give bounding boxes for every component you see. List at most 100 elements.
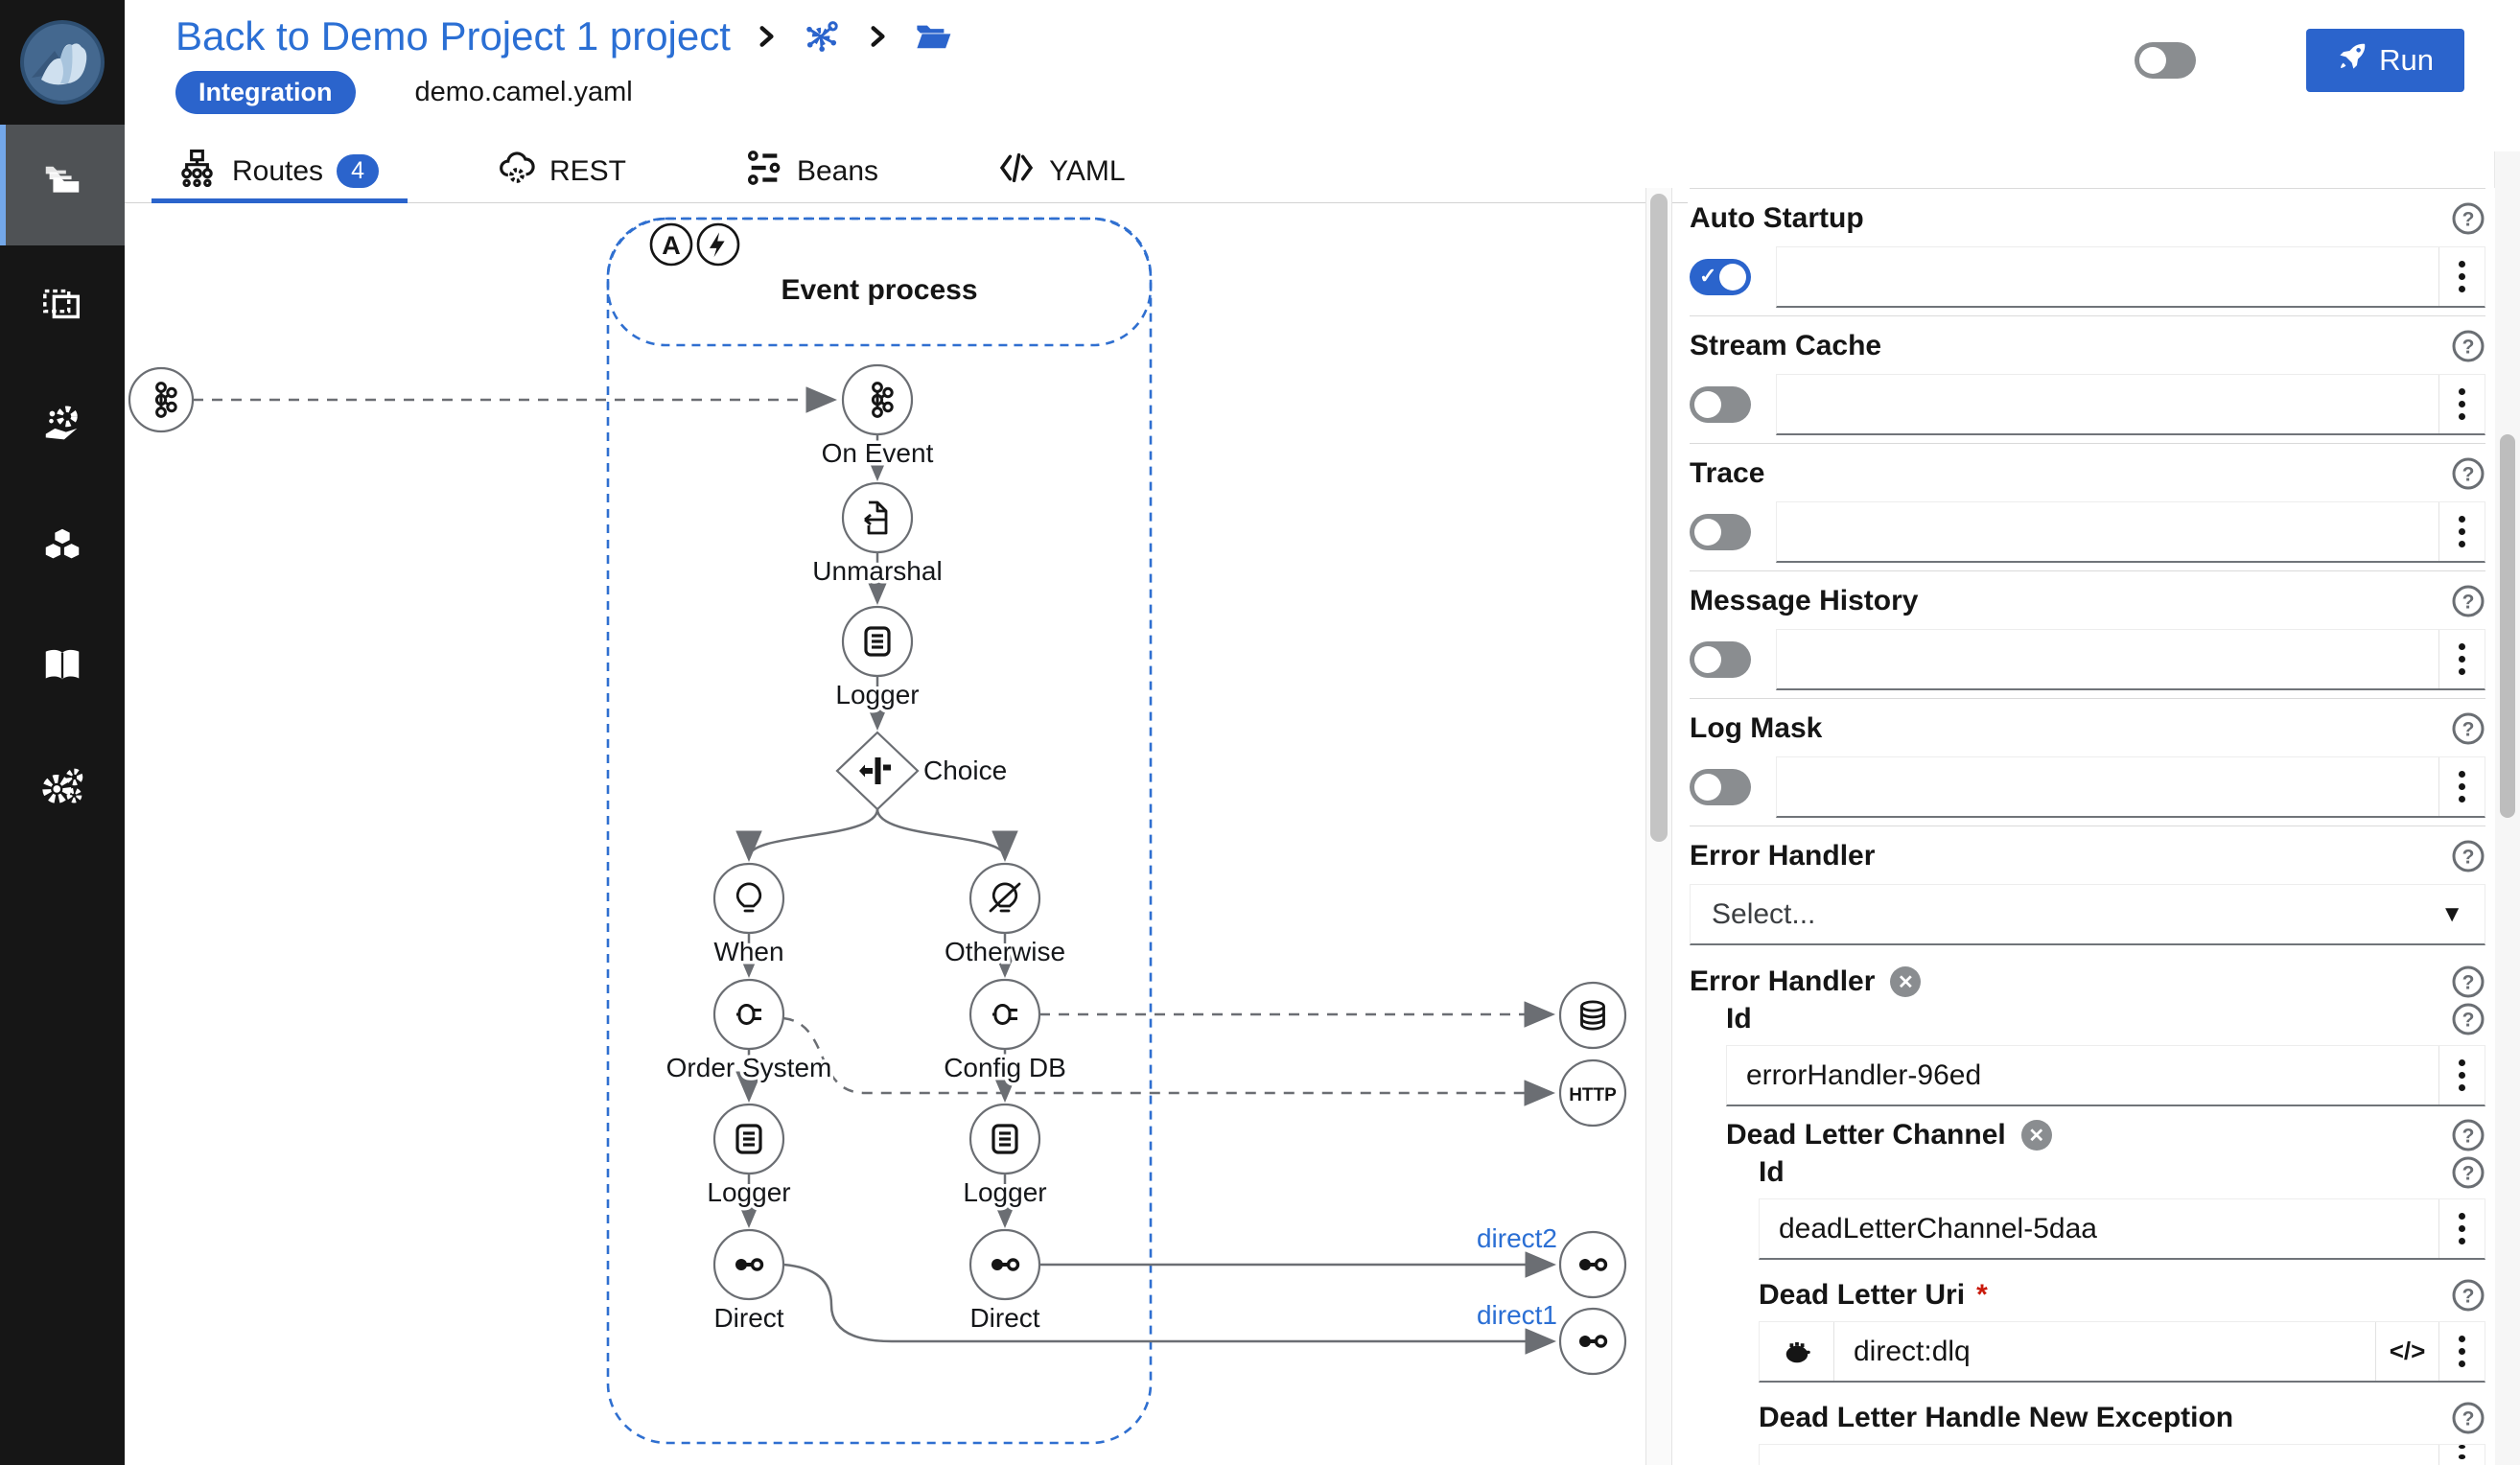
node-otherwise[interactable]: Otherwise (945, 864, 1065, 966)
kebab-menu-icon[interactable] (2438, 502, 2485, 561)
yaml-code-icon (997, 149, 1036, 195)
svg-text:Unmarshal: Unmarshal (812, 556, 942, 586)
sidebar-item-topology[interactable] (0, 245, 125, 366)
auto-startup-input[interactable] (1777, 247, 2438, 306)
dead-letter-uri-input[interactable] (1834, 1322, 2375, 1381)
dead-letter-id-input[interactable] (1760, 1199, 2438, 1258)
help-icon[interactable]: ? (2451, 1002, 2485, 1036)
node-logger-2[interactable]: Logger (707, 1105, 790, 1207)
error-handler-badge (698, 224, 738, 265)
sidebar-item-projects[interactable] (0, 125, 125, 245)
svg-text:?: ? (2462, 1286, 2475, 1308)
log-mask-input[interactable] (1777, 757, 2438, 816)
back-to-project-link[interactable]: Back to Demo Project 1 project (175, 13, 731, 59)
folder-open-icon[interactable] (913, 16, 953, 57)
book-icon (40, 644, 84, 693)
auto-startup-toggle[interactable]: ✓ (1690, 259, 1751, 295)
required-asterisk: * (1976, 1279, 1988, 1312)
svg-text:Logger: Logger (963, 1177, 1046, 1207)
node-direct-left[interactable]: Direct (713, 1230, 783, 1333)
trace-input[interactable] (1777, 502, 2438, 561)
node-logger-3[interactable]: Logger (963, 1105, 1046, 1207)
remove-dead-letter-channel-icon[interactable]: ✕ (2021, 1120, 2052, 1151)
trace-toggle[interactable] (1690, 514, 1751, 550)
stream-cache-input[interactable] (1777, 375, 2438, 433)
tab-rest-label: REST (549, 155, 626, 188)
header: Back to Demo Project 1 project (125, 0, 2520, 140)
panel-scrollbar-thumb[interactable] (1650, 194, 1668, 842)
error-handler-id-group: Id ? (1726, 997, 2485, 1106)
svg-text:?: ? (2462, 847, 2475, 869)
error-handler-id-input[interactable] (1727, 1046, 2438, 1105)
dead-letter-id-group: Id ? (1759, 1151, 2485, 1260)
dead-letter-handle-new-exception-input[interactable] (1760, 1445, 2438, 1465)
error-handler-select[interactable]: Select... ▼ (1690, 884, 2485, 945)
node-logger-1[interactable]: Logger (835, 607, 919, 709)
kebab-menu-icon[interactable] (2438, 630, 2485, 688)
sidebar-item-services[interactable] (0, 366, 125, 487)
page-scrollbar-thumb[interactable] (2500, 434, 2515, 818)
code-expression-icon[interactable]: </> (2375, 1322, 2438, 1381)
node-direct2-endpoint[interactable]: direct2 (1477, 1223, 1625, 1297)
node-config-db[interactable]: Config DB (944, 980, 1066, 1082)
help-icon[interactable]: ? (2451, 1118, 2485, 1152)
kebab-menu-icon[interactable] (2438, 375, 2485, 433)
sidebar-item-configuration[interactable] (0, 729, 125, 849)
node-on-event[interactable]: On Event (822, 365, 934, 468)
kebab-menu-icon[interactable] (2438, 1445, 2485, 1465)
tab-routes[interactable]: Routes 4 (152, 140, 408, 202)
node-http-endpoint[interactable]: HTTP (1560, 1060, 1625, 1126)
help-icon[interactable]: ? (2451, 1155, 2485, 1190)
tab-beans[interactable]: Beans (716, 140, 907, 202)
svg-text:Logger: Logger (835, 680, 919, 709)
help-icon[interactable]: ? (2451, 711, 2485, 746)
message-history-toggle[interactable] (1690, 641, 1751, 678)
node-kafka-source[interactable] (129, 368, 193, 431)
message-history-input[interactable] (1777, 630, 2438, 688)
kebab-menu-icon[interactable] (2438, 247, 2485, 306)
prop-label: Auto Startup (1690, 202, 1864, 235)
kebab-menu-icon[interactable] (2438, 1322, 2485, 1381)
svg-text:?: ? (2462, 464, 2475, 486)
node-choice[interactable]: Choice (837, 732, 1007, 809)
prop-group-error-handler-select: Error Handler ? Select... ▼ (1690, 826, 2485, 953)
node-when[interactable]: When (713, 864, 783, 966)
header-toggle[interactable] (2135, 42, 2196, 79)
tab-yaml[interactable]: YAML (968, 140, 1154, 202)
prop-label: Stream Cache (1690, 330, 1881, 362)
help-icon[interactable]: ? (2451, 839, 2485, 873)
run-button[interactable]: Run (2306, 29, 2464, 92)
page-scrollbar[interactable] (2494, 151, 2520, 1465)
stream-cache-toggle[interactable] (1690, 386, 1751, 423)
node-direct-right[interactable]: Direct (969, 1230, 1039, 1333)
svg-text:Otherwise: Otherwise (945, 937, 1065, 966)
node-unmarshal[interactable]: Unmarshal (812, 483, 942, 586)
node-database-endpoint[interactable] (1560, 983, 1625, 1048)
remove-error-handler-icon[interactable]: ✕ (1890, 966, 1921, 997)
integration-hub-icon[interactable] (802, 16, 842, 57)
error-handler-heading: Error Handler ✕ ? (1690, 953, 2485, 997)
help-icon[interactable]: ? (2451, 1401, 2485, 1435)
help-icon[interactable]: ? (2451, 1278, 2485, 1313)
svg-text:direct2: direct2 (1477, 1223, 1557, 1253)
integration-badge: Integration (175, 71, 356, 114)
help-icon[interactable]: ? (2451, 584, 2485, 618)
sidebar-item-components[interactable] (0, 487, 125, 608)
kebab-menu-icon[interactable] (2438, 757, 2485, 816)
panel-scrollbar[interactable] (1645, 188, 1672, 1465)
gears-icon (40, 765, 84, 814)
prop-group-stream-cache: Stream Cache ? (1690, 315, 2485, 443)
help-icon[interactable]: ? (2451, 965, 2485, 999)
tab-yaml-label: YAML (1049, 155, 1125, 188)
caret-down-icon: ▼ (2440, 901, 2463, 928)
help-icon[interactable]: ? (2451, 456, 2485, 491)
log-mask-toggle[interactable] (1690, 769, 1751, 805)
kebab-menu-icon[interactable] (2438, 1046, 2485, 1105)
node-direct1-endpoint[interactable]: direct1 (1477, 1300, 1625, 1374)
help-icon[interactable]: ? (2451, 201, 2485, 236)
kebab-menu-icon[interactable] (2438, 1199, 2485, 1258)
help-icon[interactable]: ? (2451, 329, 2485, 363)
sidebar-item-knowledgebase[interactable] (0, 608, 125, 729)
route-designer-canvas[interactable]: Event process A (125, 203, 1640, 1465)
tab-rest[interactable]: REST (469, 140, 655, 202)
